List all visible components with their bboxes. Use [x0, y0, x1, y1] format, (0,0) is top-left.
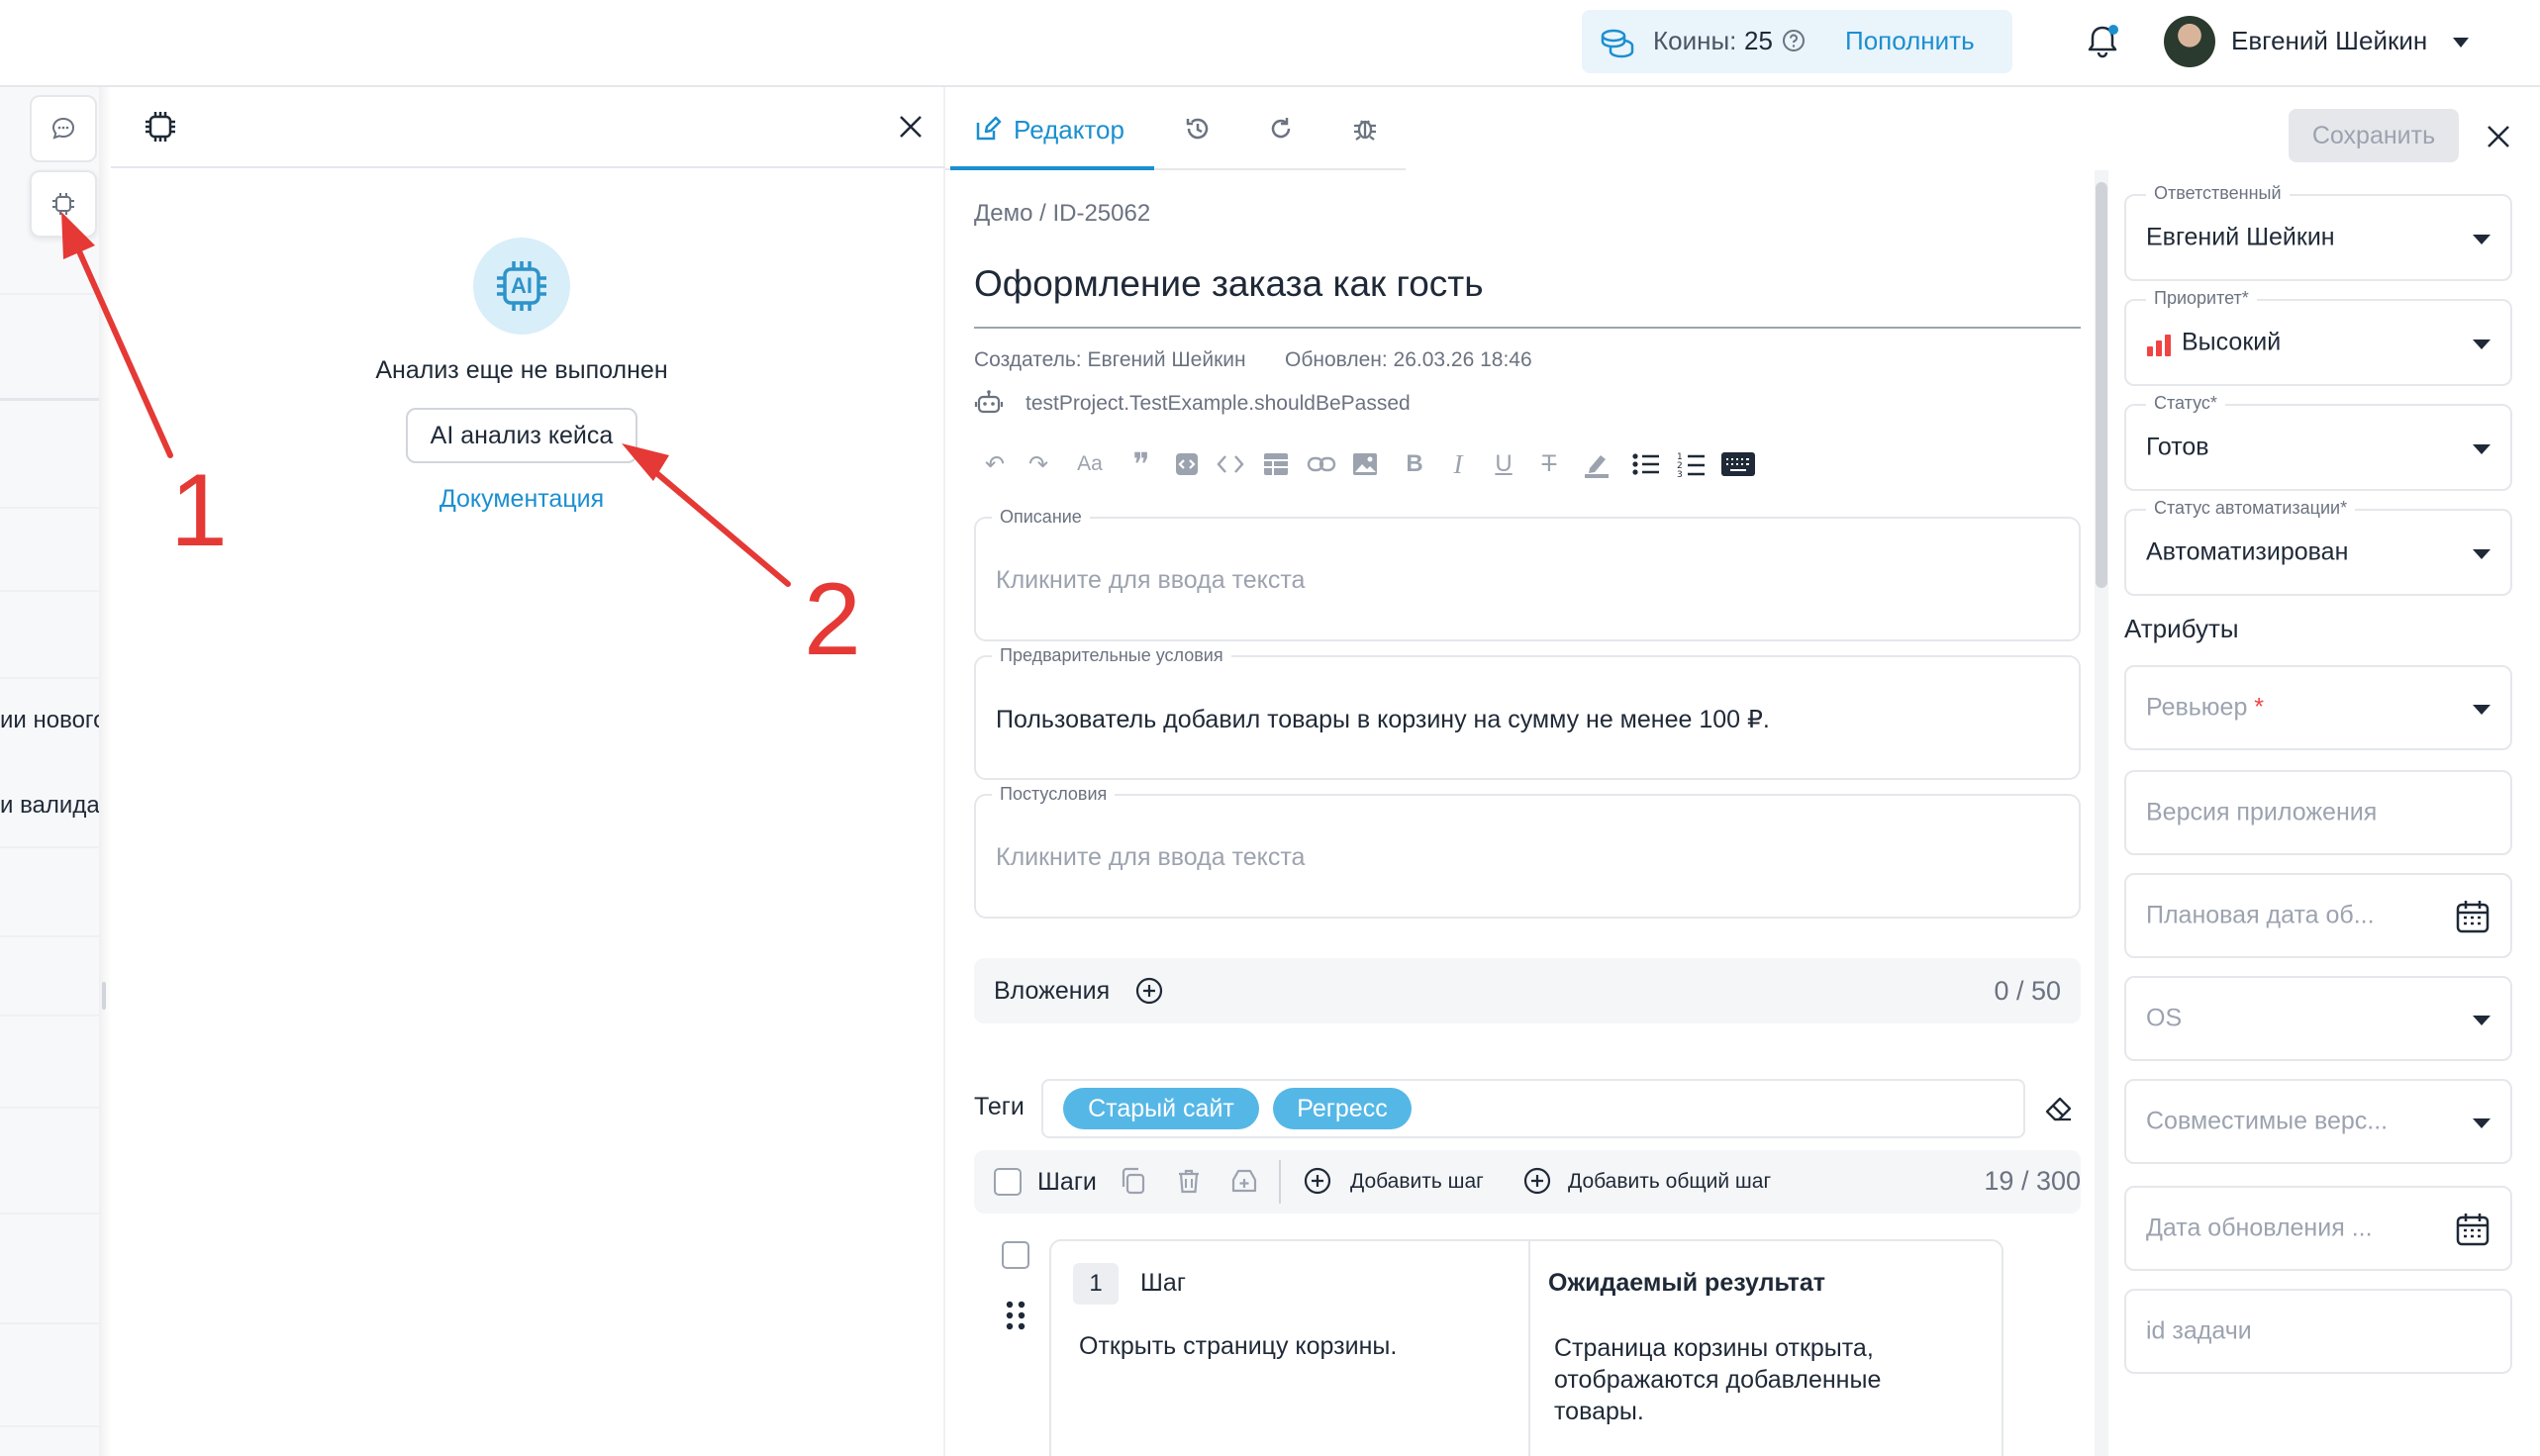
annotation-arrows [61, 212, 791, 587]
annotation-arrow-1 [68, 231, 173, 458]
annotation-label-1: 1 [170, 453, 228, 568]
annotation-arrowhead-1 [61, 212, 95, 259]
annotation-arrow-2 [633, 452, 791, 587]
annotation-label-2: 2 [804, 562, 861, 677]
